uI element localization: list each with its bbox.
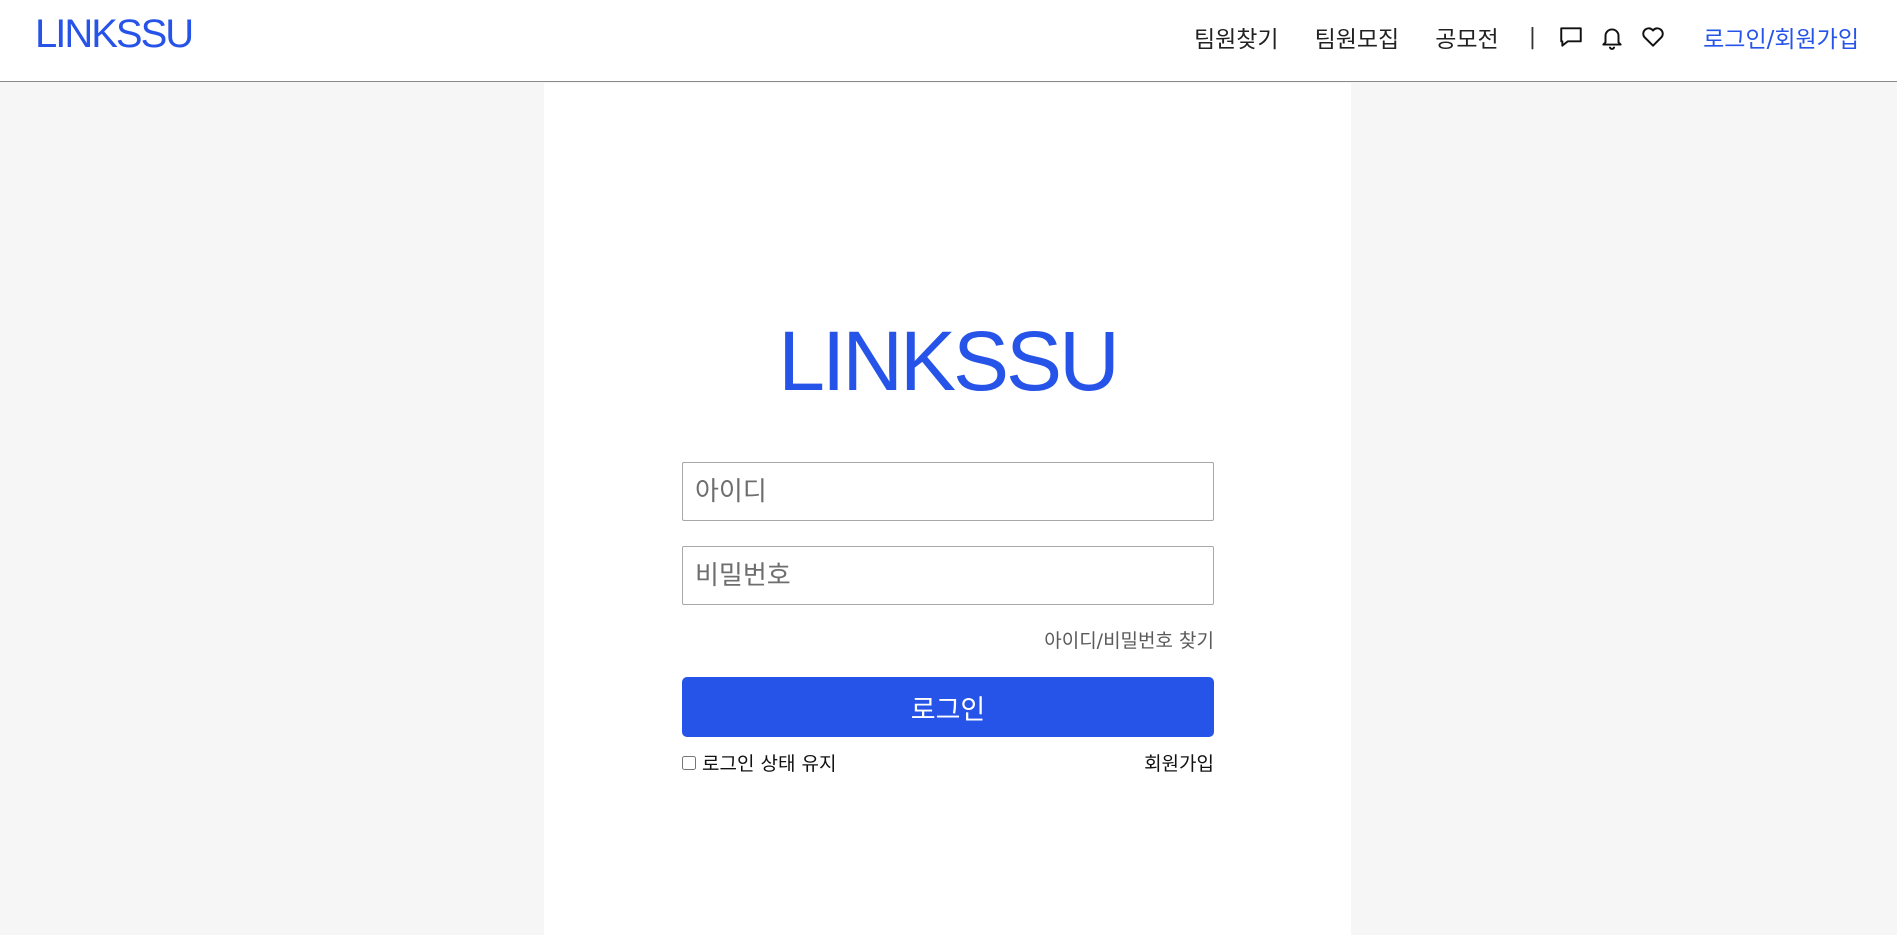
top-header: LINKSSU 팀원찾기 팀원모집 공모전 | 로그인/회원가입 — [0, 0, 1897, 82]
bell-icon[interactable] — [1599, 24, 1625, 50]
chat-icon[interactable] — [1558, 24, 1584, 50]
keep-logged-in[interactable]: 로그인 상태 유지 — [682, 749, 836, 776]
nav-recruit-members[interactable]: 팀원모집 — [1315, 20, 1400, 54]
find-account-link[interactable]: 아이디/비밀번호 찾기 — [1044, 626, 1214, 653]
signup-link[interactable]: 회원가입 — [1144, 749, 1214, 776]
heart-icon[interactable] — [1640, 24, 1666, 50]
nav-find-members[interactable]: 팀원찾기 — [1194, 20, 1279, 54]
brand-logo[interactable]: LINKSSU — [35, 12, 194, 57]
nav-separator: | — [1528, 24, 1537, 50]
nav-contests[interactable]: 공모전 — [1435, 20, 1498, 54]
login-button[interactable]: 로그인 — [682, 677, 1214, 737]
login-panel: LINKSSU 아이디/비밀번호 찾기 로그인 로그인 상태 유지 회원가입 — [544, 83, 1351, 935]
password-input[interactable] — [682, 546, 1214, 605]
login-logo: LINKSSU — [778, 314, 1119, 408]
keep-logged-in-checkbox[interactable] — [682, 755, 696, 770]
main-nav: 팀원찾기 팀원모집 공모전 | 로그인/회원가입 — [1194, 0, 1859, 74]
id-input[interactable] — [682, 462, 1214, 521]
login-signup-link[interactable]: 로그인/회원가입 — [1703, 20, 1859, 54]
keep-logged-in-label: 로그인 상태 유지 — [702, 753, 837, 775]
